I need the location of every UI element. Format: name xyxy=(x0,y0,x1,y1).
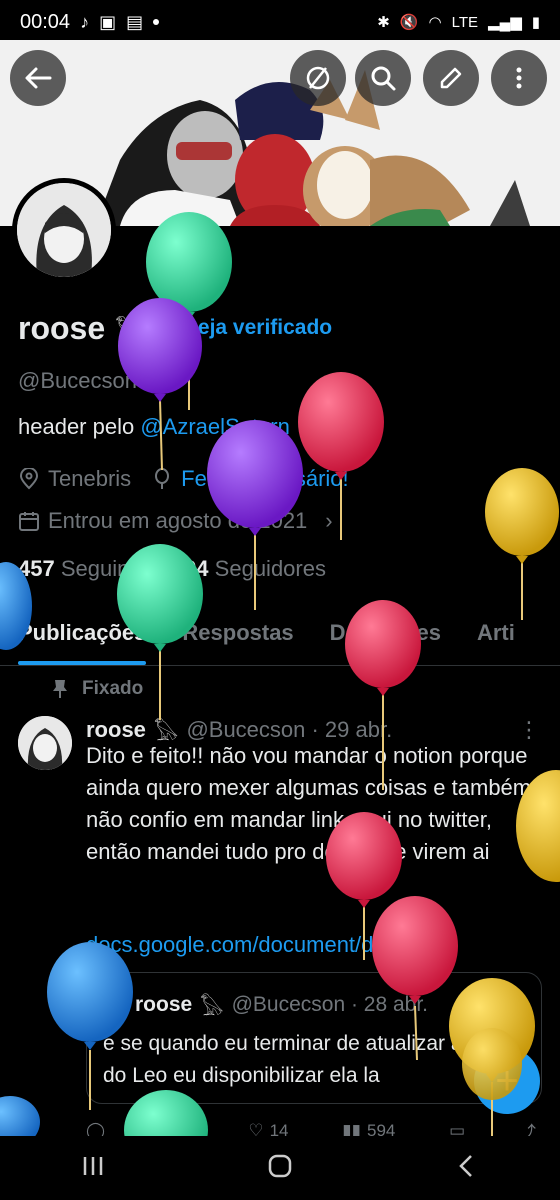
chevron-right-icon: › xyxy=(325,508,333,533)
following-label: Seguindo xyxy=(60,556,154,581)
search-icon xyxy=(371,66,396,91)
chevron-left-icon xyxy=(459,1154,472,1177)
tab-respostas[interactable]: Respostas xyxy=(164,606,311,665)
profile-handle: @Bucecson xyxy=(18,368,137,393)
followers-label: Seguidores xyxy=(214,556,326,581)
home-button[interactable] xyxy=(266,1152,294,1185)
tweet-avatar-artwork xyxy=(18,716,72,770)
plus-icon: + xyxy=(495,1058,519,1103)
system-back-button[interactable] xyxy=(454,1153,480,1184)
quote-meta: @Bucecson · 28 abr. xyxy=(231,992,429,1016)
display-name: roose xyxy=(18,309,106,346)
profile-meta-row: Tenebris Feliz Aniversário! xyxy=(18,466,349,492)
quote-author-name: roose xyxy=(135,992,193,1016)
back-arrow-icon xyxy=(25,67,52,89)
edit-icon xyxy=(440,67,462,89)
following-count: 457 xyxy=(18,556,55,581)
avatar-artwork xyxy=(17,183,111,277)
status-bar: 00:04 ♪ ▣ ▤ ✱ 🔇 ◠ LTE ▂▄▆ ▮ xyxy=(0,0,560,44)
follow-stats: 457 Seguindo 294 Seguidores xyxy=(18,556,326,582)
more-vertical-icon xyxy=(516,67,522,89)
wifi-icon: ◠ xyxy=(428,14,442,31)
name-emoji-icon: 𓅃 xyxy=(115,319,142,346)
location-icon xyxy=(19,468,39,490)
tweet-text: Dito e feito!! não vou mandar o notion p… xyxy=(86,743,538,864)
followers-count: 294 xyxy=(171,556,209,581)
recent-apps-icon xyxy=(83,1156,103,1175)
tab-articles[interactable]: Arti xyxy=(459,606,533,665)
balloon-yellow xyxy=(485,468,559,620)
verified-badge-icon xyxy=(152,316,177,340)
bio-text: header pelo xyxy=(18,414,141,439)
get-verified-label: Seja verificado xyxy=(183,316,333,339)
signal-icon: ▂▄▆ xyxy=(488,14,522,31)
joined-row[interactable]: Entrou em agosto de 2021 › xyxy=(18,508,333,534)
profile-location: Tenebris xyxy=(48,466,132,491)
battery-icon: ▮ xyxy=(531,14,540,31)
tweet-link[interactable]: docs.google.com/document/d/1c4... xyxy=(86,932,433,958)
name-row: roose 𓅃 Seja verificado xyxy=(18,308,332,348)
edit-button[interactable] xyxy=(423,50,479,106)
calendar-icon xyxy=(19,512,39,531)
tweet-avatar[interactable] xyxy=(18,716,72,770)
quote-text: e se quando eu terminar de atualizar a l… xyxy=(103,1032,504,1087)
get-verified-link[interactable]: Seja verificado xyxy=(152,315,332,341)
pinned-label: Fixado xyxy=(82,678,144,699)
quote-avatar xyxy=(103,992,127,1017)
pinned-indicator: Fixado xyxy=(52,678,143,700)
status-time: 00:04 xyxy=(20,10,71,33)
app-notification-icon: ▤ xyxy=(126,11,144,32)
compose-button[interactable]: + xyxy=(474,1048,540,1114)
recent-apps-button[interactable] xyxy=(80,1153,106,1184)
bio-mention-link[interactable]: @AzraelSaturn xyxy=(140,414,290,439)
following-link[interactable]: 457 Seguindo xyxy=(18,556,154,582)
twitch-icon: ▣ xyxy=(99,11,117,32)
bluetooth-icon: ✱ xyxy=(377,14,390,31)
mute-icon: 🔇 xyxy=(399,14,419,31)
back-button[interactable] xyxy=(10,50,66,106)
grok-button[interactable] xyxy=(290,50,346,106)
quote-emoji-icon: 𓅃 xyxy=(200,997,224,1020)
notification-dot-icon xyxy=(153,19,160,25)
balloon-icon xyxy=(155,468,170,489)
tab-publicacoes[interactable]: Publicações xyxy=(0,606,164,665)
home-icon xyxy=(268,1154,292,1177)
search-button[interactable] xyxy=(355,50,411,106)
more-options-button[interactable] xyxy=(491,50,547,106)
profile-avatar[interactable] xyxy=(12,178,116,282)
profile-tabs: Publicações Respostas Destaques Arti xyxy=(0,606,560,666)
joined-date: Entrou em agosto de 2021 xyxy=(48,508,308,533)
tab-destaques[interactable]: Destaques xyxy=(312,606,459,665)
network-label: LTE xyxy=(451,13,479,31)
followers-link[interactable]: 294 Seguidores xyxy=(172,556,326,582)
profile-bio: header pelo @AzraelSaturn xyxy=(18,414,290,440)
birthday-link[interactable]: Feliz Aniversário! xyxy=(181,466,349,492)
tiktok-icon: ♪ xyxy=(80,11,90,32)
pin-icon xyxy=(53,680,67,698)
grok-icon xyxy=(306,66,330,90)
system-nav-bar xyxy=(0,1136,560,1200)
